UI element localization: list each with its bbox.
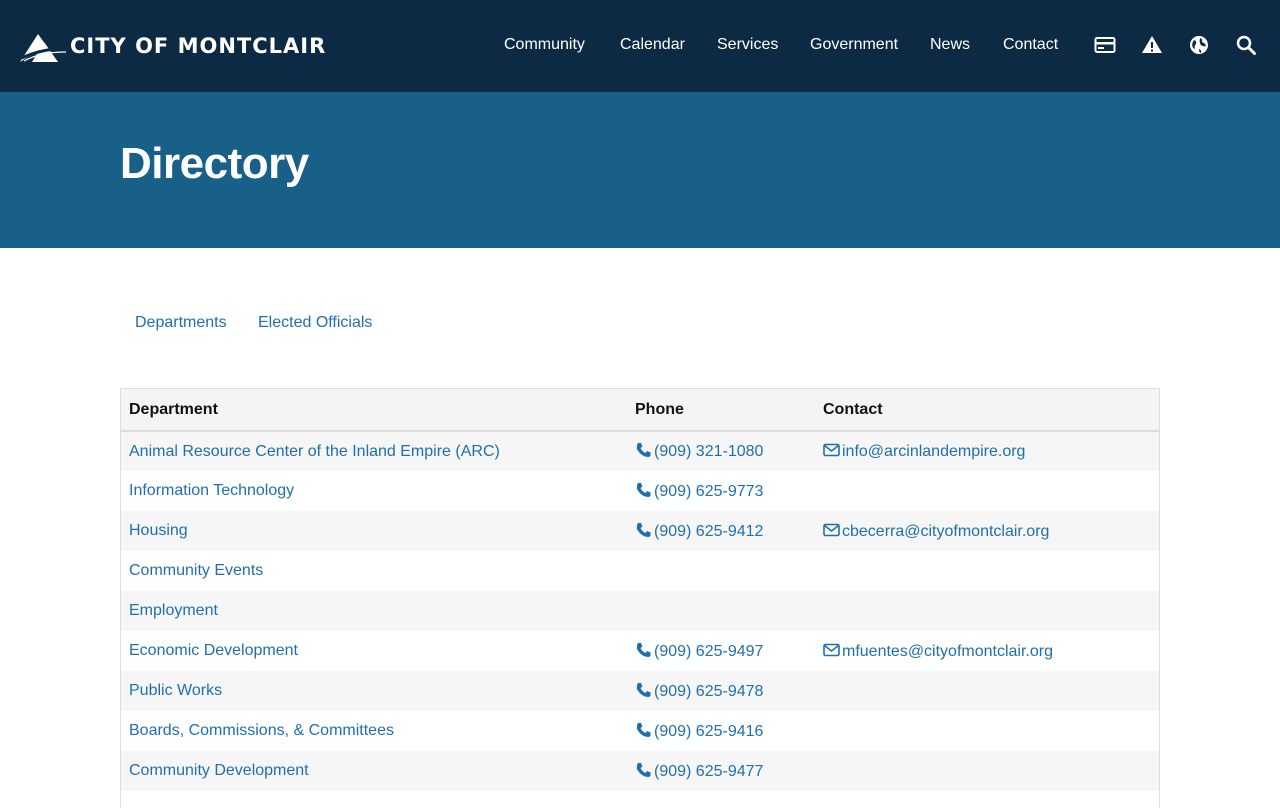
phone-link[interactable]: (909) 625-9478 [654, 683, 763, 700]
page-hero: Directory [0, 92, 1280, 248]
phone-link[interactable]: (909) 625-9412 [654, 523, 763, 540]
column-header-phone[interactable]: Phone [627, 389, 815, 431]
globe-icon[interactable] [1187, 33, 1211, 57]
phone-link[interactable]: (909) 625-9477 [654, 763, 763, 780]
phone-cell [627, 551, 815, 591]
department-cell: Housing [121, 511, 627, 551]
contact-cell [815, 471, 1159, 511]
contact-cell [815, 671, 1159, 711]
contact-cell [815, 551, 1159, 591]
department-link[interactable]: Employment [129, 602, 218, 619]
department-link[interactable]: Community Development [129, 762, 309, 779]
contact-cell [815, 591, 1159, 631]
table-row: Information Technology (909) 625-9773 [121, 471, 1159, 511]
nav-services[interactable]: Services [717, 34, 778, 56]
phone-icon [635, 642, 653, 658]
envelope-icon [823, 642, 841, 658]
site-header: CITY OF MONTCLAIR Community Calendar Ser… [0, 0, 1280, 92]
nav-news[interactable]: News [930, 34, 970, 56]
nav-contact[interactable]: Contact [1003, 34, 1058, 56]
phone-cell: (909) 625-9412 [627, 511, 815, 551]
phone-link[interactable]: (909) 321-1080 [654, 443, 763, 460]
contact-cell: cbecerra@cityofmontclair.org [815, 511, 1159, 551]
table-row: Community Events [121, 551, 1159, 591]
contact-cell [815, 751, 1159, 791]
table-row: Boards, Commissions, & Committees (909) 6… [121, 711, 1159, 751]
payment-card-icon[interactable] [1093, 33, 1117, 57]
phone-cell: (909) 321-1080 [627, 431, 815, 471]
phone-cell: (909) 625-9773 [627, 471, 815, 511]
search-icon[interactable] [1234, 33, 1258, 57]
email-link[interactable]: mfuentes@cityofmontclair.org [842, 643, 1053, 660]
table-row: Community Development (909) 625-9477 [121, 751, 1159, 791]
phone-cell: (909) 625-9497 [627, 631, 815, 671]
department-cell: Economic Development [121, 631, 627, 671]
contact-cell [815, 711, 1159, 751]
phone-icon [635, 682, 653, 698]
department-cell: Community Events [121, 551, 627, 591]
department-link[interactable]: Housing [129, 522, 188, 539]
phone-icon [635, 762, 653, 778]
department-cell: Animal Resource Center of the Inland Emp… [121, 431, 627, 471]
column-header-department[interactable]: Department [121, 389, 627, 431]
department-cell: Community Development [121, 751, 627, 791]
table-row: Employment [121, 591, 1159, 631]
department-link[interactable]: Animal Resource Center of the Inland Emp… [129, 443, 500, 460]
department-link[interactable]: Boards, Commissions, & Committees [129, 722, 394, 739]
department-cell: Information Technology [121, 471, 627, 511]
phone-icon [635, 522, 653, 538]
tab-departments[interactable]: Departments [135, 314, 227, 332]
table-row: Animal Resource Center of the Inland Emp… [121, 431, 1159, 471]
department-cell: Employment [121, 591, 627, 631]
phone-cell [627, 591, 815, 631]
table-row: Public Works (909) 625-9478 [121, 671, 1159, 711]
department-link[interactable]: Public Works [129, 682, 222, 699]
table-body: Animal Resource Center of the Inland Emp… [121, 431, 1159, 791]
phone-link[interactable]: (909) 625-9416 [654, 723, 763, 740]
table-row: Economic Development (909) 625-9497 mfuent… [121, 631, 1159, 671]
phone-icon [635, 482, 653, 498]
main-nav: Community Calendar Services Government N… [0, 34, 1280, 58]
alert-icon[interactable] [1140, 33, 1164, 57]
phone-cell: (909) 625-9477 [627, 751, 815, 791]
column-header-contact[interactable]: Contact [815, 389, 1159, 431]
phone-cell: (909) 625-9478 [627, 671, 815, 711]
email-link[interactable]: cbecerra@cityofmontclair.org [842, 523, 1049, 540]
envelope-icon [823, 522, 841, 538]
contact-cell: info@arcinlandempire.org [815, 431, 1159, 471]
page-title: Directory [120, 139, 309, 188]
nav-calendar[interactable]: Calendar [620, 34, 685, 56]
envelope-icon [823, 442, 841, 458]
nav-community[interactable]: Community [504, 34, 585, 56]
table-header-row: Department Phone Contact [121, 389, 1159, 431]
table-row: Housing (909) 625-9412 cbecerra@cityofmont… [121, 511, 1159, 551]
phone-cell: (909) 625-9416 [627, 711, 815, 751]
phone-icon [635, 722, 653, 738]
department-link[interactable]: Information Technology [129, 482, 294, 499]
tab-elected-officials[interactable]: Elected Officials [258, 314, 372, 332]
phone-link[interactable]: (909) 625-9497 [654, 643, 763, 660]
department-cell: Public Works [121, 671, 627, 711]
phone-icon [635, 442, 653, 458]
nav-government[interactable]: Government [810, 34, 898, 56]
department-link[interactable]: Economic Development [129, 642, 298, 659]
directory-table: Department Phone Contact Animal Resource… [120, 388, 1160, 808]
contact-cell: mfuentes@cityofmontclair.org [815, 631, 1159, 671]
email-link[interactable]: info@arcinlandempire.org [842, 443, 1025, 460]
phone-link[interactable]: (909) 625-9773 [654, 483, 763, 500]
department-link[interactable]: Community Events [129, 562, 263, 579]
department-cell: Boards, Commissions, & Committees [121, 711, 627, 751]
